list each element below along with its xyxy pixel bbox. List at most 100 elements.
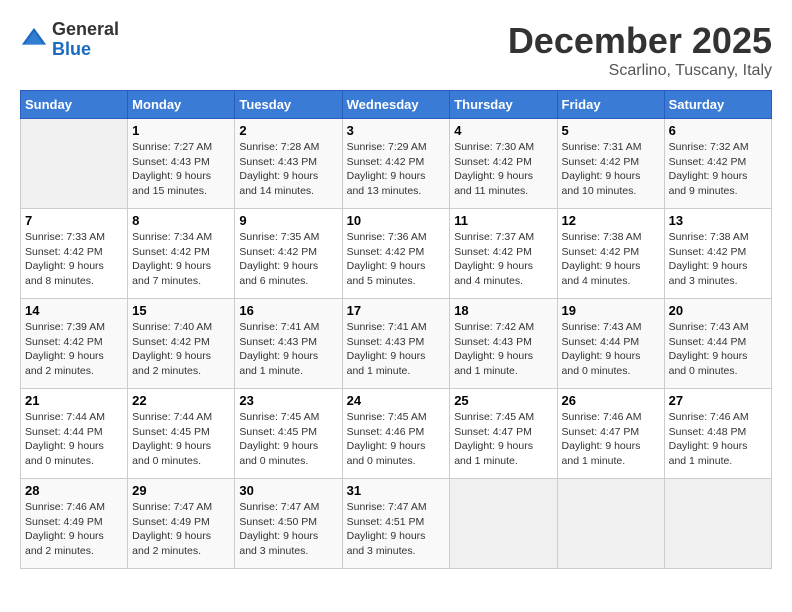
day-info: Sunrise: 7:41 AM Sunset: 4:43 PM Dayligh… [239,320,337,379]
day-number: 4 [454,123,552,138]
day-number: 24 [347,393,446,408]
day-number: 23 [239,393,337,408]
calendar-cell: 29 Sunrise: 7:47 AM Sunset: 4:49 PM Dayli… [128,479,235,569]
day-number: 29 [132,483,230,498]
calendar-cell: 21Sunrise: 7:44 AM Sunset: 4:44 PM Dayli… [21,389,128,479]
day-info: Sunrise: 7:38 AM Sunset: 4:42 PM Dayligh… [562,230,660,289]
day-number: 6 [669,123,767,138]
day-info: Sunrise: 7:45 AM Sunset: 4:45 PM Dayligh… [239,410,337,469]
day-info: Sunrise: 7:34 AM Sunset: 4:42 PM Dayligh… [132,230,230,289]
calendar-cell: 25 Sunrise: 7:45 AM Sunset: 4:47 PM Dayli… [450,389,557,479]
calendar-cell: 28 Sunrise: 7:46 AM Sunset: 4:49 PM Dayli… [21,479,128,569]
weekday-header-thursday: Thursday [450,91,557,119]
day-info: Sunrise: 7:46 AM Sunset: 4:48 PM Dayligh… [669,410,767,469]
day-number: 26 [562,393,660,408]
weekday-header-monday: Monday [128,91,235,119]
calendar-cell [557,479,664,569]
day-info: Sunrise: 7:47 AM Sunset: 4:50 PM Dayligh… [239,500,337,559]
day-info: Sunrise: 7:37 AM Sunset: 4:42 PM Dayligh… [454,230,552,289]
day-number: 18 [454,303,552,318]
day-info: Sunrise: 7:42 AM Sunset: 4:43 PM Dayligh… [454,320,552,379]
calendar-week-row: 1 Sunrise: 7:27 AM Sunset: 4:43 PM Daylig… [21,119,772,209]
logo-general-text: General [52,20,119,40]
weekday-header-wednesday: Wednesday [342,91,450,119]
logo-text: General Blue [52,20,119,60]
calendar-cell: 9Sunrise: 7:35 AM Sunset: 4:42 PM Daylig… [235,209,342,299]
calendar-cell: 19 Sunrise: 7:43 AM Sunset: 4:44 PM Dayli… [557,299,664,389]
day-number: 21 [25,393,123,408]
day-number: 5 [562,123,660,138]
day-number: 16 [239,303,337,318]
logo: General Blue [20,20,119,60]
day-info: Sunrise: 7:40 AM Sunset: 4:42 PM Dayligh… [132,320,230,379]
calendar-cell: 10 Sunrise: 7:36 AM Sunset: 4:42 PM Dayli… [342,209,450,299]
calendar-week-row: 28 Sunrise: 7:46 AM Sunset: 4:49 PM Dayli… [21,479,772,569]
calendar-cell: 23 Sunrise: 7:45 AM Sunset: 4:45 PM Dayli… [235,389,342,479]
day-number: 30 [239,483,337,498]
calendar-cell: 13Sunrise: 7:38 AM Sunset: 4:42 PM Dayli… [664,209,771,299]
day-info: Sunrise: 7:41 AM Sunset: 4:43 PM Dayligh… [347,320,446,379]
calendar-cell: 8Sunrise: 7:34 AM Sunset: 4:42 PM Daylig… [128,209,235,299]
calendar-cell: 6Sunrise: 7:32 AM Sunset: 4:42 PM Daylig… [664,119,771,209]
day-number: 19 [562,303,660,318]
calendar-cell: 22 Sunrise: 7:44 AM Sunset: 4:45 PM Dayli… [128,389,235,479]
calendar-cell: 16 Sunrise: 7:41 AM Sunset: 4:43 PM Dayli… [235,299,342,389]
day-info: Sunrise: 7:39 AM Sunset: 4:42 PM Dayligh… [25,320,123,379]
day-number: 1 [132,123,230,138]
day-info: Sunrise: 7:43 AM Sunset: 4:44 PM Dayligh… [669,320,767,379]
calendar-week-row: 14Sunrise: 7:39 AM Sunset: 4:42 PM Dayli… [21,299,772,389]
day-number: 3 [347,123,446,138]
day-info: Sunrise: 7:29 AM Sunset: 4:42 PM Dayligh… [347,140,446,199]
calendar-cell: 4Sunrise: 7:30 AM Sunset: 4:42 PM Daylig… [450,119,557,209]
day-info: Sunrise: 7:47 AM Sunset: 4:49 PM Dayligh… [132,500,230,559]
day-info: Sunrise: 7:45 AM Sunset: 4:46 PM Dayligh… [347,410,446,469]
day-number: 9 [239,213,337,228]
calendar-cell [450,479,557,569]
calendar-cell: 12 Sunrise: 7:38 AM Sunset: 4:42 PM Dayli… [557,209,664,299]
calendar-cell [21,119,128,209]
day-info: Sunrise: 7:31 AM Sunset: 4:42 PM Dayligh… [562,140,660,199]
month-title: December 2025 [508,20,772,62]
title-block: December 2025 Scarlino, Tuscany, Italy [508,20,772,80]
day-number: 12 [562,213,660,228]
day-number: 10 [347,213,446,228]
day-number: 25 [454,393,552,408]
day-number: 15 [132,303,230,318]
calendar-cell: 31Sunrise: 7:47 AM Sunset: 4:51 PM Dayli… [342,479,450,569]
day-number: 28 [25,483,123,498]
page-header: General Blue December 2025 Scarlino, Tus… [20,20,772,80]
calendar-cell: 17Sunrise: 7:41 AM Sunset: 4:43 PM Dayli… [342,299,450,389]
day-info: Sunrise: 7:46 AM Sunset: 4:49 PM Dayligh… [25,500,123,559]
calendar-week-row: 21Sunrise: 7:44 AM Sunset: 4:44 PM Dayli… [21,389,772,479]
day-info: Sunrise: 7:27 AM Sunset: 4:43 PM Dayligh… [132,140,230,199]
day-info: Sunrise: 7:46 AM Sunset: 4:47 PM Dayligh… [562,410,660,469]
calendar-cell: 11Sunrise: 7:37 AM Sunset: 4:42 PM Dayli… [450,209,557,299]
calendar-cell: 24 Sunrise: 7:45 AM Sunset: 4:46 PM Dayli… [342,389,450,479]
calendar-cell: 30 Sunrise: 7:47 AM Sunset: 4:50 PM Dayli… [235,479,342,569]
day-info: Sunrise: 7:28 AM Sunset: 4:43 PM Dayligh… [239,140,337,199]
calendar-table: SundayMondayTuesdayWednesdayThursdayFrid… [20,90,772,569]
day-info: Sunrise: 7:33 AM Sunset: 4:42 PM Dayligh… [25,230,123,289]
day-number: 22 [132,393,230,408]
logo-blue-text: Blue [52,40,119,60]
day-info: Sunrise: 7:38 AM Sunset: 4:42 PM Dayligh… [669,230,767,289]
day-info: Sunrise: 7:36 AM Sunset: 4:42 PM Dayligh… [347,230,446,289]
calendar-cell: 15 Sunrise: 7:40 AM Sunset: 4:42 PM Dayli… [128,299,235,389]
calendar-cell: 5 Sunrise: 7:31 AM Sunset: 4:42 PM Daylig… [557,119,664,209]
weekday-header-friday: Friday [557,91,664,119]
calendar-cell: 27 Sunrise: 7:46 AM Sunset: 4:48 PM Dayli… [664,389,771,479]
day-info: Sunrise: 7:47 AM Sunset: 4:51 PM Dayligh… [347,500,446,559]
weekday-header-tuesday: Tuesday [235,91,342,119]
day-info: Sunrise: 7:45 AM Sunset: 4:47 PM Dayligh… [454,410,552,469]
calendar-cell [664,479,771,569]
day-number: 20 [669,303,767,318]
calendar-cell: 7Sunrise: 7:33 AM Sunset: 4:42 PM Daylig… [21,209,128,299]
calendar-cell: 14Sunrise: 7:39 AM Sunset: 4:42 PM Dayli… [21,299,128,389]
calendar-cell: 2Sunrise: 7:28 AM Sunset: 4:43 PM Daylig… [235,119,342,209]
calendar-cell: 20 Sunrise: 7:43 AM Sunset: 4:44 PM Dayli… [664,299,771,389]
day-info: Sunrise: 7:44 AM Sunset: 4:45 PM Dayligh… [132,410,230,469]
logo-icon [20,26,48,54]
calendar-cell: 3 Sunrise: 7:29 AM Sunset: 4:42 PM Daylig… [342,119,450,209]
day-number: 27 [669,393,767,408]
day-info: Sunrise: 7:43 AM Sunset: 4:44 PM Dayligh… [562,320,660,379]
